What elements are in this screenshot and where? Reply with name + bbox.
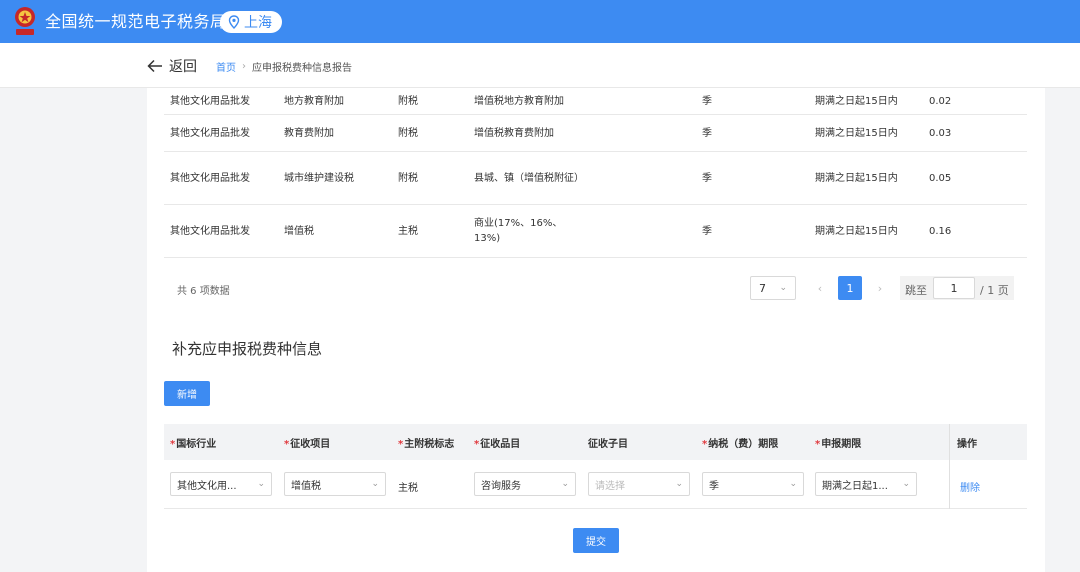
table-row: 其他文化用品批发 地方教育附加 附税 增值税地方教育附加 季 期满之日起15日内…	[164, 88, 1027, 115]
breadcrumb-home[interactable]: 首页	[216, 59, 236, 74]
cell-rate: 0.05	[929, 172, 952, 184]
header-item: *征收项目	[284, 439, 331, 450]
cell-deadline: 期满之日起15日内	[815, 172, 898, 184]
cell-flag: 附税	[398, 172, 418, 184]
deadline-select[interactable]: 期满之日起1... ⌄	[815, 472, 917, 496]
category-select[interactable]: 咨询服务 ⌄	[474, 472, 576, 496]
breadcrumb-separator-icon: ›	[242, 61, 246, 72]
section-title: 补充应申报税费种信息	[172, 340, 323, 358]
cell-item: 城市维护建设税	[284, 172, 354, 184]
page-number-button[interactable]: 1	[838, 276, 862, 300]
header-flag: *主附税标志	[398, 439, 455, 450]
cell-flag: 附税	[398, 127, 418, 139]
table-row: 其他文化用品批发 城市维护建设税 附税 县城、镇（增值税附征） 季 期满之日起1…	[164, 152, 1027, 205]
cell-industry: 其他文化用品批发	[170, 172, 250, 184]
jump-page-input[interactable]: 1	[933, 277, 975, 299]
table-row: 其他文化用品批发 增值税 主税 商业(17%、16%、13%) 季 期满之日起1…	[164, 205, 1027, 258]
total-pages: / 1 页	[980, 284, 1009, 297]
prev-page-button[interactable]: ‹	[812, 276, 828, 300]
period-select[interactable]: 季 ⌄	[702, 472, 804, 496]
cell-deadline: 期满之日起15日内	[815, 225, 898, 237]
cell-period: 季	[702, 127, 712, 139]
header-action: 操作	[957, 439, 977, 450]
chevron-down-icon: ⌄	[371, 479, 379, 489]
chevron-down-icon: ⌄	[675, 479, 683, 489]
back-button[interactable]: 返回	[147, 56, 197, 76]
delete-button[interactable]: 删除	[960, 479, 980, 494]
breadcrumb: 首页 › 应申报税费种信息报告	[216, 59, 352, 74]
cell-industry: 其他文化用品批发	[170, 95, 250, 107]
cell-period: 季	[702, 172, 712, 184]
cell-flag: 附税	[398, 95, 418, 107]
table-header: *国标行业 *征收项目 *主附税标志 *征收品目 征收子目 *纳税（费）期限 *…	[164, 424, 1027, 460]
category-value: 咨询服务	[481, 480, 521, 492]
supplement-form-table: *国标行业 *征收项目 *主附税标志 *征收品目 征收子目 *纳税（费）期限 *…	[164, 424, 1027, 509]
cell-flag: 主税	[398, 225, 418, 237]
cell-deadline: 期满之日起15日内	[815, 95, 898, 107]
industry-value: 其他文化用...	[177, 480, 237, 492]
chevron-down-icon: ⌄	[789, 479, 797, 489]
cell-item: 增值税	[284, 225, 314, 237]
cell-item: 地方教育附加	[284, 95, 344, 107]
header-subcategory: 征收子目	[588, 439, 628, 450]
content-card: 其他文化用品批发 地方教育附加 附税 增值税地方教育附加 季 期满之日起15日内…	[147, 88, 1045, 572]
page-size-select[interactable]: 7 ⌄	[750, 276, 796, 300]
back-label: 返回	[169, 59, 197, 75]
cell-category: 商业(17%、16%、13%)	[474, 218, 563, 244]
submit-button[interactable]: 提交	[573, 528, 619, 553]
item-value: 增值税	[291, 480, 321, 492]
subcategory-select[interactable]: 请选择 ⌄	[588, 472, 690, 496]
location-pin-icon	[228, 15, 240, 29]
page-size-value: 7	[759, 281, 766, 295]
cell-period: 季	[702, 225, 712, 237]
subcategory-placeholder: 请选择	[595, 480, 625, 492]
total-count: 共 6 项数据	[177, 286, 230, 297]
industry-select[interactable]: 其他文化用... ⌄	[170, 472, 272, 496]
top-bar: 全国统一规范电子税务局 上海	[0, 0, 1080, 43]
header-period: *纳税（费）期限	[702, 439, 779, 450]
next-page-button[interactable]: ›	[872, 276, 888, 300]
cell-rate: 0.03	[929, 127, 952, 139]
header-industry: *国标行业	[170, 439, 217, 450]
tax-emblem-icon	[15, 7, 35, 35]
region-label: 上海	[244, 15, 272, 31]
tax-type-table: 其他文化用品批发 地方教育附加 附税 增值税地方教育附加 季 期满之日起15日内…	[164, 88, 1027, 258]
site-title: 全国统一规范电子税务局	[45, 12, 227, 31]
cell-category: 增值税地方教育附加	[474, 95, 564, 107]
cell-category: 增值税教育费附加	[474, 127, 554, 139]
period-value: 季	[709, 480, 719, 492]
region-selector[interactable]: 上海	[220, 11, 282, 33]
chevron-down-icon: ⌄	[779, 283, 787, 293]
cell-rate: 0.16	[929, 225, 952, 237]
cell-rate: 0.02	[929, 95, 952, 107]
arrow-left-icon	[147, 59, 162, 73]
deadline-value: 期满之日起1...	[822, 480, 888, 492]
item-select[interactable]: 增值税 ⌄	[284, 472, 386, 496]
cell-item: 教育费附加	[284, 127, 334, 139]
header-deadline: *申报期限	[815, 439, 862, 450]
column-divider	[949, 424, 950, 509]
nav-bar: 返回 首页 › 应申报税费种信息报告	[0, 43, 1080, 88]
jump-label: 跳至	[905, 284, 927, 297]
cell-period: 季	[702, 95, 712, 107]
table-row: 其他文化用... ⌄ 增值税 ⌄ 主税 咨询服务 ⌄ 请选择 ⌄ 季 ⌄ 期满之…	[164, 460, 1027, 509]
flag-value: 主税	[398, 483, 418, 494]
chevron-down-icon: ⌄	[902, 479, 910, 489]
table-row: 其他文化用品批发 教育费附加 附税 增值税教育费附加 季 期满之日起15日内 0…	[164, 115, 1027, 152]
breadcrumb-current: 应申报税费种信息报告	[252, 63, 352, 74]
chevron-down-icon: ⌄	[561, 479, 569, 489]
cell-industry: 其他文化用品批发	[170, 225, 250, 237]
add-button[interactable]: 新增	[164, 381, 210, 406]
header-category: *征收品目	[474, 439, 521, 450]
page-jump: 跳至 1 / 1 页	[900, 276, 1014, 300]
cell-category: 县城、镇（增值税附征）	[474, 172, 584, 184]
cell-deadline: 期满之日起15日内	[815, 127, 898, 139]
cell-industry: 其他文化用品批发	[170, 127, 250, 139]
chevron-down-icon: ⌄	[257, 479, 265, 489]
